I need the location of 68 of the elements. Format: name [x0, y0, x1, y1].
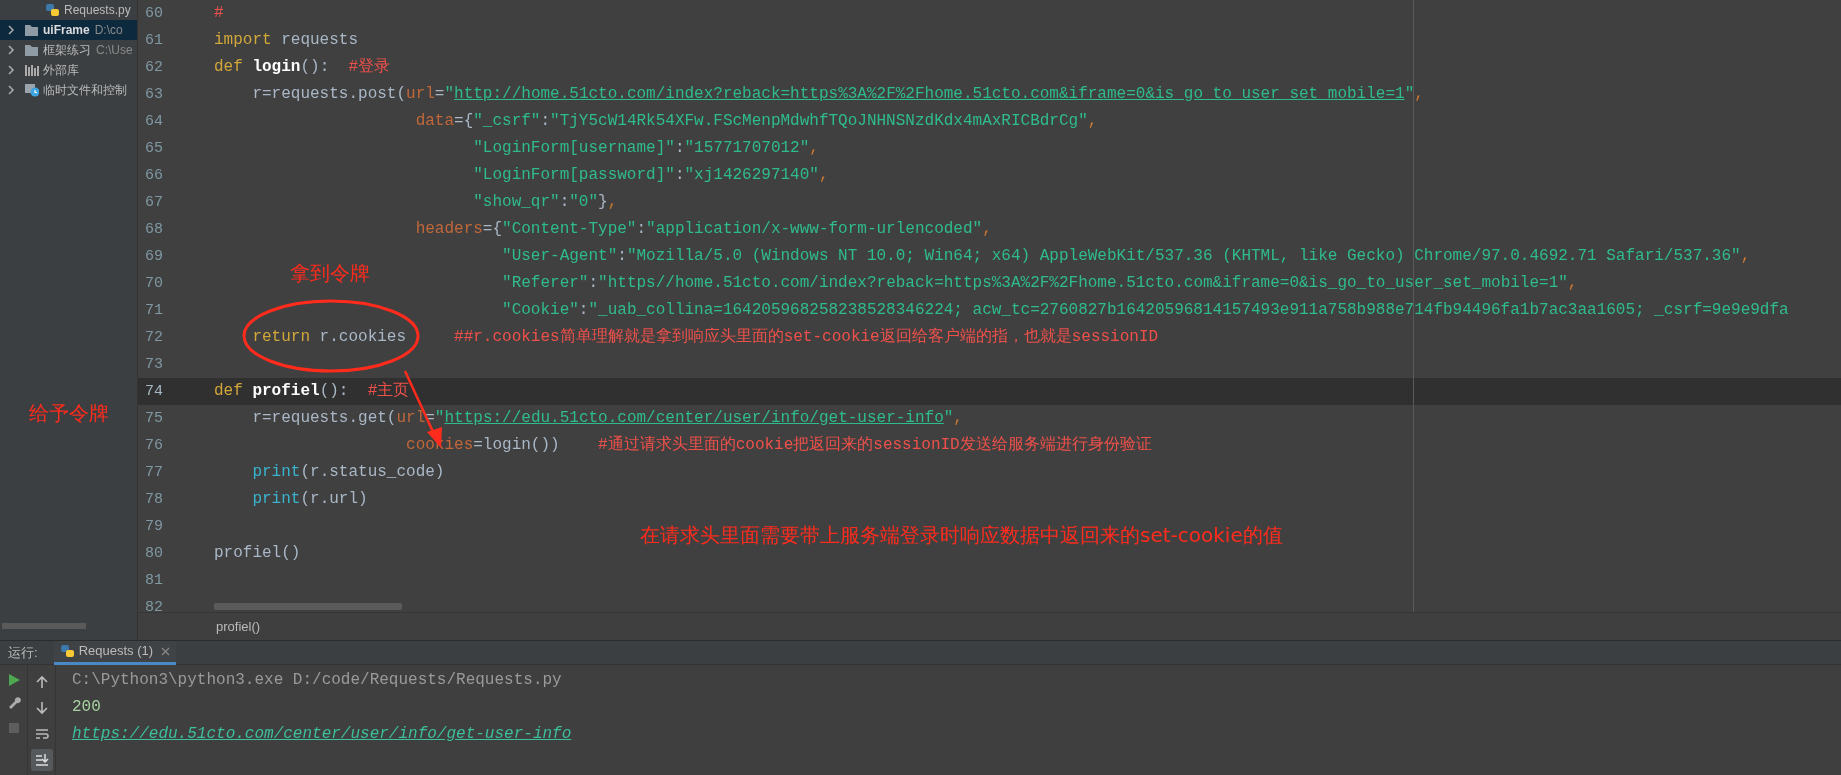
- soft-wrap-icon: [33, 726, 50, 742]
- scrollbar-thumb[interactable]: [2, 623, 86, 629]
- tree-item[interactable]: uiFrame D:\co: [0, 20, 137, 40]
- code-line: "show_qr":"0"},: [473, 193, 618, 211]
- line-number: 79: [144, 517, 164, 537]
- code-line: "LoginForm[username]":"15771707012",: [473, 139, 819, 157]
- scratch-file-icon: [24, 83, 39, 97]
- code-line: "Referer":"https//home.51cto.com/index?reback=https%3A%2F%2Fhome.51cto.com&iframe=0&is_go_to_user_set_mobile=1",: [502, 274, 1578, 292]
- line-number: 78: [144, 490, 164, 510]
- code-line: "User-Agent":"Mozilla/5.0 (Windows NT 10.0; Win64; x64) AppleWebKit/537.36 (KHTML, like Gecko) Chrome/97.0.4692.71 Safari/537.36",: [502, 247, 1751, 265]
- line-number: 60: [144, 4, 164, 24]
- line-number: 75: [144, 409, 164, 429]
- folder-icon: [24, 23, 39, 37]
- code-line: "Cookie":"_uab_collina=164205968258238528346224; acw_tc=2760827b16420596814157493e911a758b988e714fb94496fa1b7ac3aa1605; _csrf=9e9e9dfa: [502, 301, 1789, 319]
- line-number: 68: [144, 220, 164, 240]
- tree-item[interactable]: Requests.py: [0, 0, 137, 20]
- code-line: print(r.status_code): [252, 463, 445, 481]
- line-number: 82: [144, 598, 164, 612]
- close-icon[interactable]: [161, 646, 171, 656]
- code-line: profiel(): [214, 544, 301, 562]
- line-number: 67: [144, 193, 164, 213]
- python-file-icon: [45, 3, 60, 17]
- line-number: 66: [144, 166, 164, 186]
- breadcrumb[interactable]: profiel(): [216, 619, 261, 634]
- tree-item[interactable]: 临时文件和控制: [0, 80, 137, 100]
- line-number: 62: [144, 58, 164, 78]
- line-number: 72: [144, 328, 164, 348]
- line-number: 73: [144, 355, 164, 375]
- panel-label: 运行:: [7, 643, 39, 662]
- console-text: 200: [72, 698, 101, 716]
- line-number: 64: [144, 112, 164, 132]
- line-number: 70: [144, 274, 164, 294]
- tree-item[interactable]: 框架练习 C:\Use: [0, 40, 137, 60]
- line-number: 65: [144, 139, 164, 159]
- code-line: #: [214, 4, 224, 22]
- code-line: import requests: [214, 31, 359, 49]
- annotation-text: 在请求头里面需要带上服务端登录时响应数据中返回来的set-cookie的值: [640, 522, 1283, 549]
- run-icon[interactable]: [6, 673, 21, 687]
- python-icon: [59, 644, 75, 658]
- down-arrow-icon: [33, 700, 50, 716]
- folder-icon: [24, 43, 39, 57]
- line-number: 74: [144, 382, 164, 402]
- console-link[interactable]: https://edu.51cto.com/center/user/info/get-user-info: [72, 725, 572, 743]
- line-number: 81: [144, 571, 164, 591]
- code-line: return r.cookies ##r.cookies简单理解就是拿到响应头里面的set-cookie返回给客户端的指，也就是sessionID: [252, 328, 1159, 346]
- line-number: 76: [144, 436, 164, 456]
- scroll-to-end-button[interactable]: [30, 749, 53, 771]
- annotation-text: 拿到令牌: [290, 260, 370, 287]
- scrollbar-thumb[interactable]: [214, 603, 402, 610]
- code-line: print(r.url): [252, 490, 368, 508]
- code-line: data={"_csrf":"TjY5cW14Rk54XFw.FScMenpMdwhfTQoJNHNSNzdKdx4mAxRICBdrCg",: [415, 112, 1098, 130]
- scroll-to-end-icon: [33, 752, 50, 768]
- line-number: 80: [144, 544, 164, 564]
- line-number: 69: [144, 247, 164, 267]
- annotation-text: 给予令牌: [29, 400, 109, 427]
- code-line: def login(): #登录: [214, 58, 391, 76]
- library-icon: [24, 63, 39, 77]
- console-text: C:\Python3\python3.exe D:/code/Requests/Requests.py: [72, 671, 562, 689]
- code-line: def profiel(): #主页: [214, 382, 410, 400]
- line-number: 63: [144, 85, 164, 105]
- line-number: 61: [144, 31, 164, 51]
- code-line: headers={"Content-Type":"application/x-www-form-urlencoded",: [415, 220, 992, 238]
- code-line: "LoginForm[password]":"xj1426297140",: [473, 166, 829, 184]
- code-line: r=requests.post(url="http://home.51cto.com/index?reback=https%3A%2F%2Fhome.51cto.com&iframe=0&is_go_to_user_set_mobile=1",: [252, 85, 1424, 103]
- line-number: 77: [144, 463, 164, 483]
- line-number: 71: [144, 301, 164, 321]
- run-tab[interactable]: Requests (1): [53, 640, 177, 665]
- tree-item[interactable]: 外部库: [0, 60, 137, 80]
